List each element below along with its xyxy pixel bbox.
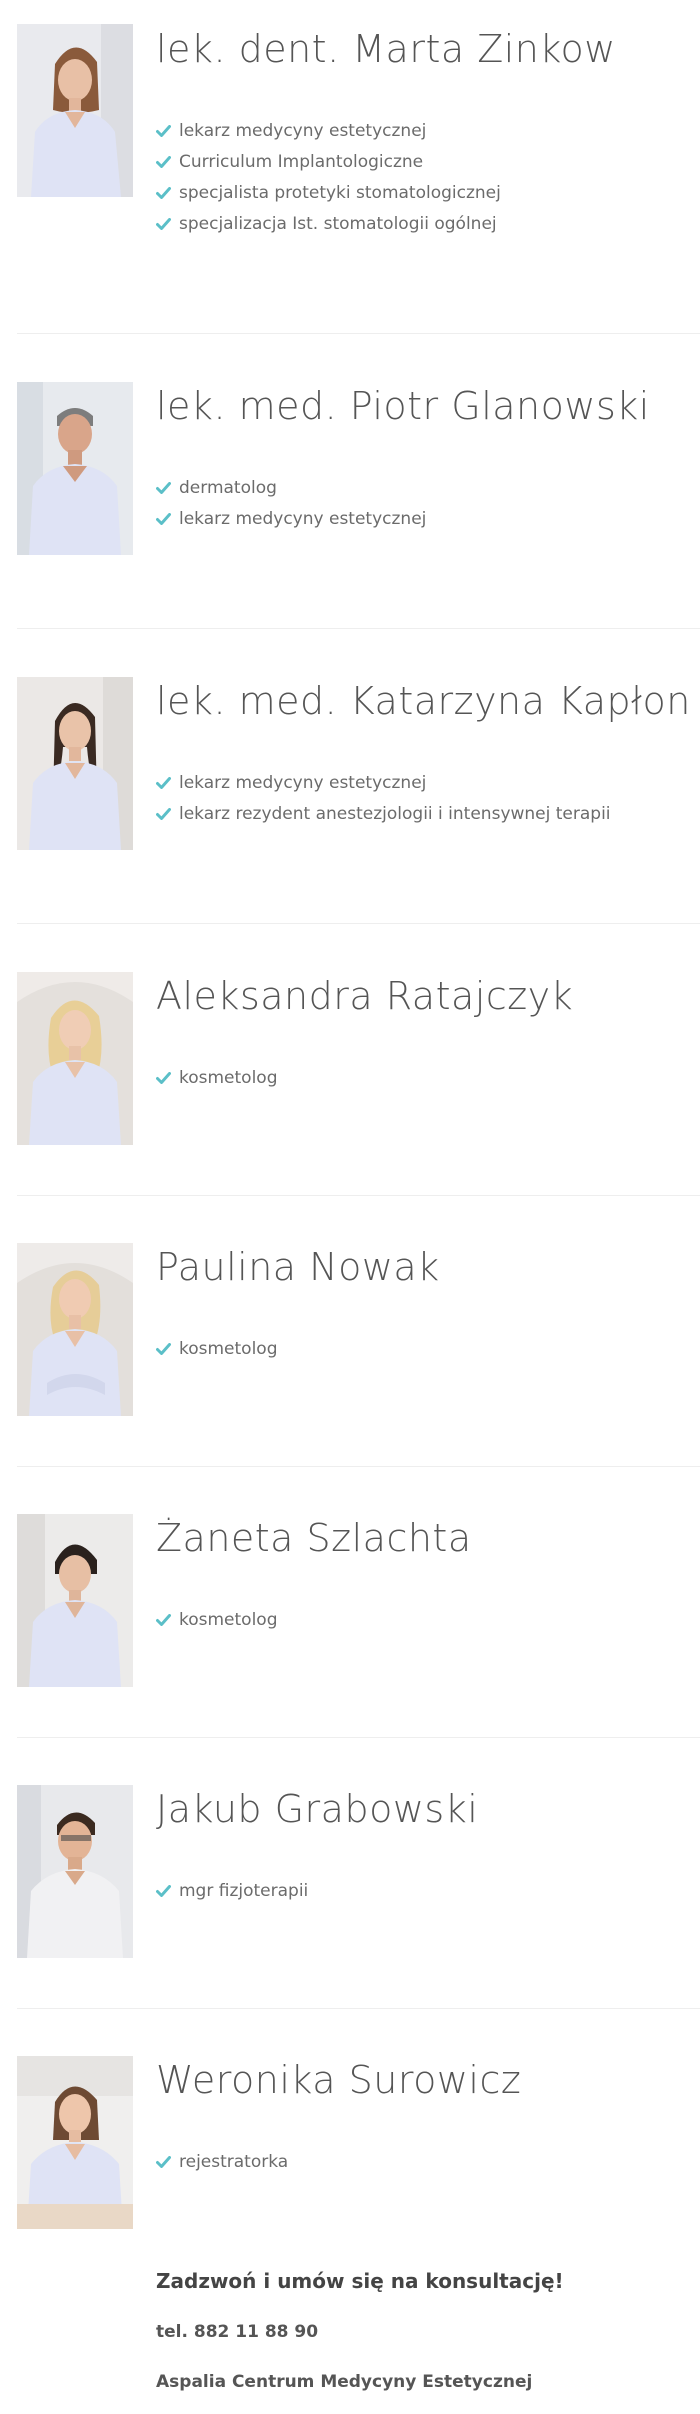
company-name: Aspalia Centrum Medycyny Estetycznej [156, 2372, 533, 2392]
qualification-item: lekarz medycyny estetycznej [156, 116, 501, 147]
qualification-text: lekarz medycyny estetycznej [179, 509, 427, 529]
qualification-text: specjalista protetyki stomatologicznej [179, 183, 501, 203]
qualification-text: Curriculum Implantologiczne [179, 152, 424, 172]
check-icon [156, 808, 171, 820]
qualification-item: kosmetolog [156, 1334, 278, 1365]
qualification-text: dermatolog [179, 478, 277, 498]
qualification-item: mgr fizjoterapii [156, 1876, 308, 1907]
qualification-item: kosmetolog [156, 1605, 278, 1636]
check-icon [156, 513, 171, 525]
member-name: Jakub Grabowski [156, 1787, 479, 1831]
qualification-item: Curriculum Implantologiczne [156, 147, 501, 178]
check-icon [156, 2156, 171, 2168]
divider [17, 923, 700, 924]
check-icon [156, 1614, 171, 1626]
check-icon [156, 1072, 171, 1084]
check-icon [156, 1885, 171, 1897]
member-name: lek. dent. Marta Zinkow [156, 27, 616, 71]
member-name: Aleksandra Ratajczyk [156, 974, 574, 1018]
divider [17, 628, 700, 629]
qualification-text: lekarz medycyny estetycznej [179, 773, 427, 793]
check-icon [156, 187, 171, 199]
divider [17, 1737, 700, 1738]
qualification-list: rejestratorka [156, 2147, 288, 2178]
member-photo [17, 382, 133, 555]
qualification-text: lekarz rezydent anestezjologii i intensy… [179, 804, 611, 824]
member-photo [17, 24, 133, 197]
qualification-item: lekarz medycyny estetycznej [156, 504, 426, 535]
check-icon [156, 218, 171, 230]
qualification-item: specjalista protetyki stomatologicznej [156, 178, 501, 209]
qualification-list: kosmetolog [156, 1334, 278, 1365]
qualification-item: rejestratorka [156, 2147, 288, 2178]
qualification-item: specjalizacja Ist. stomatologii ogólnej [156, 209, 501, 240]
qualification-text: kosmetolog [179, 1068, 278, 1088]
contact-phone[interactable]: tel. 882 11 88 90 [156, 2319, 318, 2345]
check-icon [156, 482, 171, 494]
check-icon [156, 777, 171, 789]
member-photo [17, 677, 133, 850]
qualification-text: mgr fizjoterapii [179, 1881, 309, 1901]
qualification-list: mgr fizjoterapii [156, 1876, 308, 1907]
qualification-text: rejestratorka [179, 2152, 289, 2172]
qualification-item: lekarz medycyny estetycznej [156, 768, 611, 799]
member-photo [17, 1514, 133, 1687]
member-name: Weronika Surowicz [156, 2058, 522, 2102]
qualification-item: kosmetolog [156, 1063, 278, 1094]
qualification-list: lekarz medycyny estetycznej Curriculum I… [156, 116, 501, 240]
qualification-list: lekarz medycyny estetycznej lekarz rezyd… [156, 768, 611, 830]
member-name: Paulina Nowak [156, 1245, 440, 1289]
qualification-item: lekarz rezydent anestezjologii i intensy… [156, 799, 611, 830]
qualification-text: specjalizacja Ist. stomatologii ogólnej [179, 214, 497, 234]
contact-heading: Zadzwoń i umów się na konsultację! [156, 2269, 564, 2293]
qualification-text: lekarz medycyny estetycznej [179, 121, 427, 141]
member-photo [17, 972, 133, 1145]
divider [17, 1195, 700, 1196]
member-photo [17, 1785, 133, 1958]
qualification-item: dermatolog [156, 473, 426, 504]
qualification-text: kosmetolog [179, 1610, 278, 1630]
member-photo [17, 1243, 133, 1416]
member-name: lek. med. Katarzyna Kapłon [156, 679, 691, 723]
member-photo [17, 2056, 133, 2229]
divider [17, 2008, 700, 2009]
check-icon [156, 156, 171, 168]
member-name: lek. med. Piotr Glanowski [156, 384, 650, 428]
check-icon [156, 1343, 171, 1355]
qualification-list: dermatolog lekarz medycyny estetycznej [156, 473, 426, 535]
qualification-list: kosmetolog [156, 1063, 278, 1094]
check-icon [156, 125, 171, 137]
divider [17, 333, 700, 334]
qualification-text: kosmetolog [179, 1339, 278, 1359]
qualification-list: kosmetolog [156, 1605, 278, 1636]
member-name: Żaneta Szlachta [156, 1516, 472, 1560]
divider [17, 1466, 700, 1467]
